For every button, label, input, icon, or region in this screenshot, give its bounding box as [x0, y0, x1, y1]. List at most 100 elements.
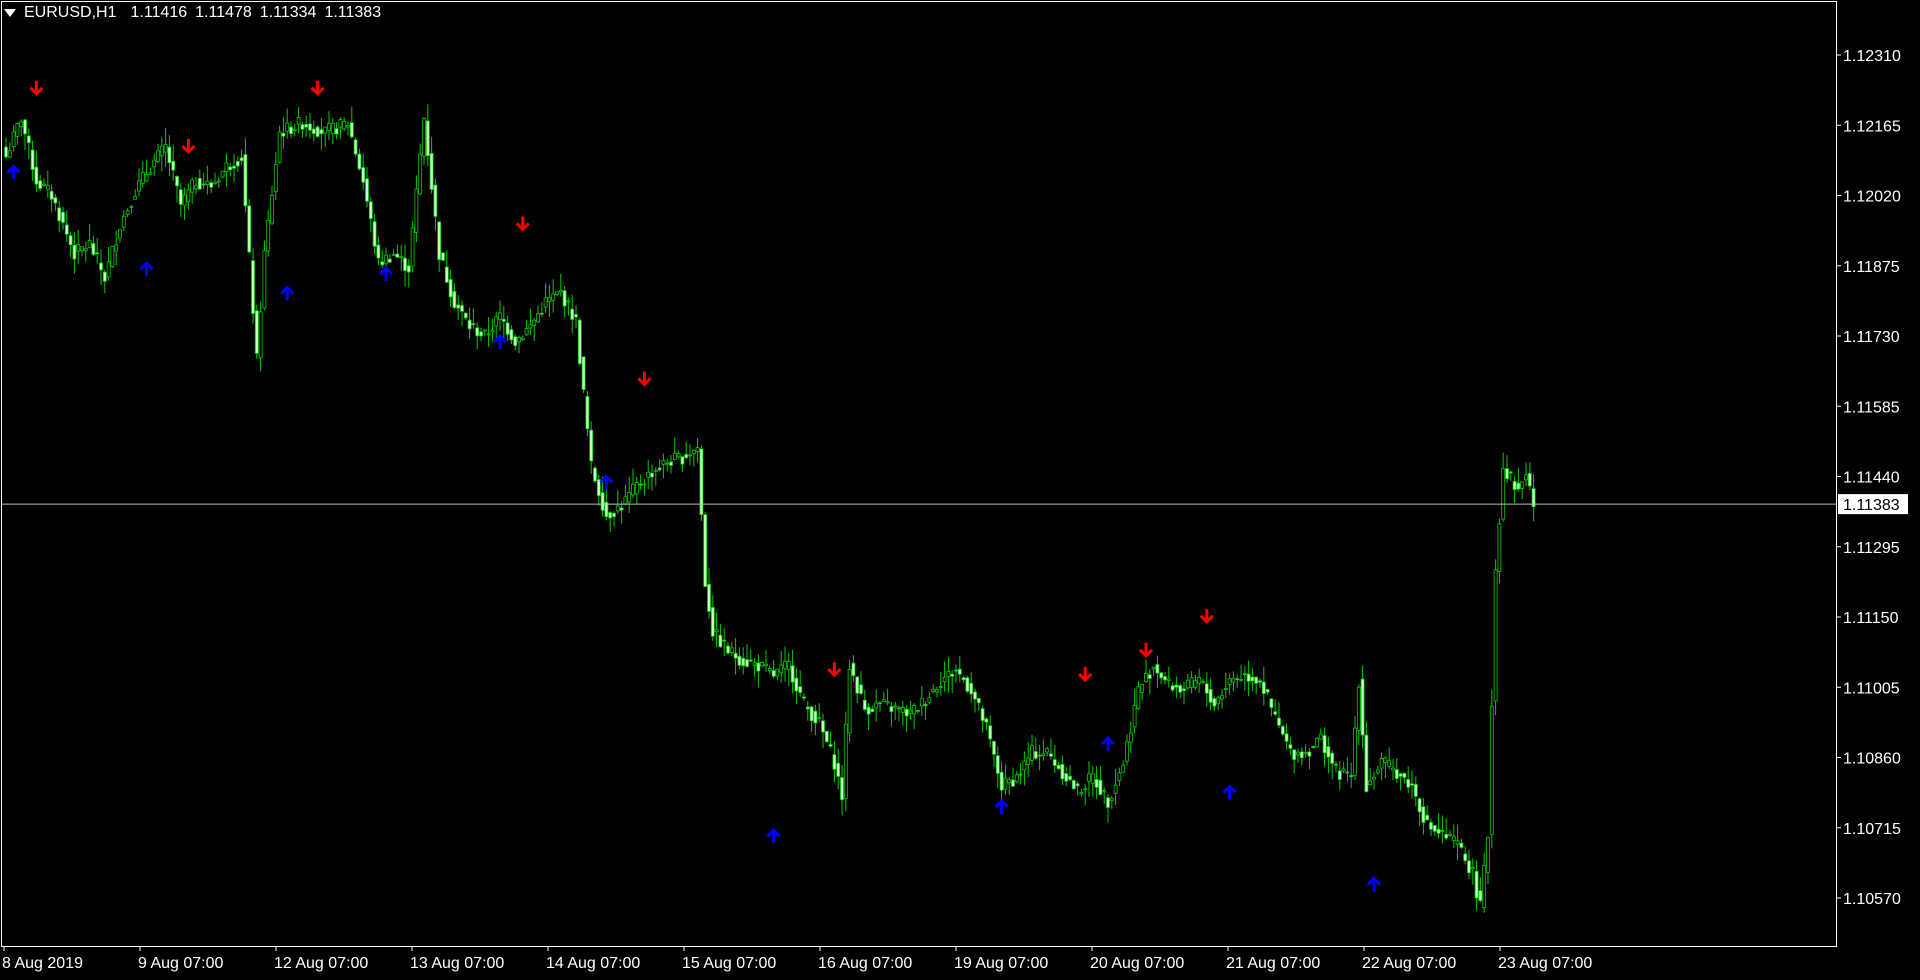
- buy-arrow-icon: [1222, 784, 1237, 800]
- candle-body: [1098, 779, 1103, 796]
- candle-body: [1315, 738, 1319, 748]
- candle-body: [406, 265, 411, 273]
- candle-body: [1455, 840, 1460, 845]
- candle-body: [125, 210, 130, 215]
- candle-body: [771, 670, 776, 677]
- candle-body: [220, 170, 225, 178]
- candle-body: [1261, 681, 1266, 695]
- candle-body: [688, 454, 692, 457]
- candle-body: [433, 184, 438, 217]
- candle-body: [247, 205, 252, 253]
- candle-body: [817, 717, 822, 720]
- candle-body: [254, 310, 259, 354]
- candle-body: [80, 246, 84, 252]
- candle-body: [547, 296, 552, 303]
- candle-body: [1064, 773, 1069, 782]
- candle-body: [190, 179, 195, 193]
- candle-body: [1037, 754, 1042, 757]
- candle-body: [1102, 789, 1107, 792]
- candle-body: [1140, 684, 1145, 693]
- candle-body: [995, 755, 1000, 774]
- sell-arrow-icon: [827, 662, 842, 678]
- candle-body: [574, 313, 578, 318]
- candle-body: [938, 685, 943, 688]
- candle-body: [414, 188, 419, 233]
- candle-body: [1026, 757, 1031, 765]
- candle-body: [729, 647, 734, 653]
- candle-body: [919, 697, 924, 707]
- candle-body: [1174, 684, 1179, 688]
- candle-body: [536, 313, 540, 323]
- candlestick-chart[interactable]: 1.12310 1.12165 1.12020 1.11875 1.11730 1.115…: [0, 0, 1920, 975]
- candle-body: [437, 221, 442, 260]
- candle-body: [1250, 676, 1255, 682]
- candle-body: [1052, 759, 1057, 766]
- sell-arrow-icon: [515, 216, 530, 232]
- candle-body: [19, 121, 24, 128]
- candle-body: [642, 483, 647, 486]
- candle-body: [1033, 751, 1038, 759]
- candle-body: [900, 707, 905, 713]
- candle-body: [91, 243, 96, 255]
- price-tick-label: 1.11730: [1843, 329, 1900, 346]
- candle-body: [106, 261, 111, 278]
- candle-body: [1018, 773, 1023, 776]
- candle-body: [186, 189, 191, 203]
- candle-body: [756, 662, 761, 672]
- candle-body: [228, 166, 233, 171]
- candle-body: [961, 677, 966, 681]
- candle-body: [300, 124, 305, 130]
- candle-body: [1372, 776, 1376, 780]
- candle-body: [1379, 757, 1384, 769]
- candle-body: [954, 669, 958, 672]
- time-axis[interactable]: 8 Aug 2019 9 Aug 07:00 12 Aug 07:00 13 Aug …: [2, 946, 1592, 972]
- candle-body: [1121, 764, 1126, 773]
- candle-body: [1090, 773, 1095, 784]
- time-tick-label: 16 Aug 07:00: [818, 955, 912, 972]
- candle-body: [866, 706, 871, 715]
- candle-body: [870, 708, 875, 713]
- buy-arrow-icon: [280, 285, 295, 301]
- candle-body: [1178, 685, 1183, 693]
- candle-body: [498, 312, 502, 320]
- candle-body: [156, 150, 160, 162]
- candle-body: [513, 336, 518, 347]
- candle-body: [1106, 797, 1110, 808]
- candle-body: [456, 304, 461, 309]
- candle-body: [1007, 779, 1012, 784]
- candle-body: [1132, 704, 1137, 728]
- chart-menu-triangle-icon[interactable]: [4, 9, 16, 17]
- time-tick-label: 9 Aug 07:00: [138, 955, 224, 972]
- candle-body: [710, 607, 715, 637]
- candle-body: [30, 149, 35, 171]
- candle-body: [821, 720, 825, 733]
- candle-body: [399, 256, 404, 259]
- candle-body: [1185, 679, 1190, 689]
- candle-body: [684, 454, 689, 459]
- candle-body: [999, 771, 1004, 791]
- chart-window[interactable]: EURUSD,H1 1.11416 1.11478 1.11334 1.1138…: [0, 0, 1920, 975]
- candle-body: [836, 762, 841, 777]
- candle-body: [11, 131, 16, 147]
- candle-body: [1463, 853, 1468, 862]
- candle-body: [1280, 725, 1285, 735]
- candle-body: [4, 146, 8, 158]
- candle-body: [1189, 677, 1194, 688]
- candle-body: [45, 185, 50, 191]
- candle-body: [631, 483, 635, 496]
- chart-header: EURUSD,H1 1.11416 1.11478 1.11334 1.1138…: [4, 4, 381, 22]
- candle-body: [114, 244, 119, 252]
- candle-body: [1429, 822, 1433, 830]
- candle-body: [1432, 825, 1437, 832]
- candle-body: [566, 300, 571, 303]
- candle-body: [878, 702, 882, 705]
- price-axis[interactable]: 1.12310 1.12165 1.12020 1.11875 1.11730 1.115…: [1836, 48, 1901, 908]
- candle-body: [1516, 482, 1521, 490]
- price-tick-label: 1.12310: [1843, 48, 1901, 65]
- candle-body: [1470, 867, 1475, 870]
- price-tick-label: 1.10570: [1843, 891, 1901, 908]
- candle-body: [661, 459, 666, 465]
- candle-body: [68, 235, 73, 246]
- candle-body: [855, 676, 860, 694]
- candle-body: [1235, 678, 1240, 681]
